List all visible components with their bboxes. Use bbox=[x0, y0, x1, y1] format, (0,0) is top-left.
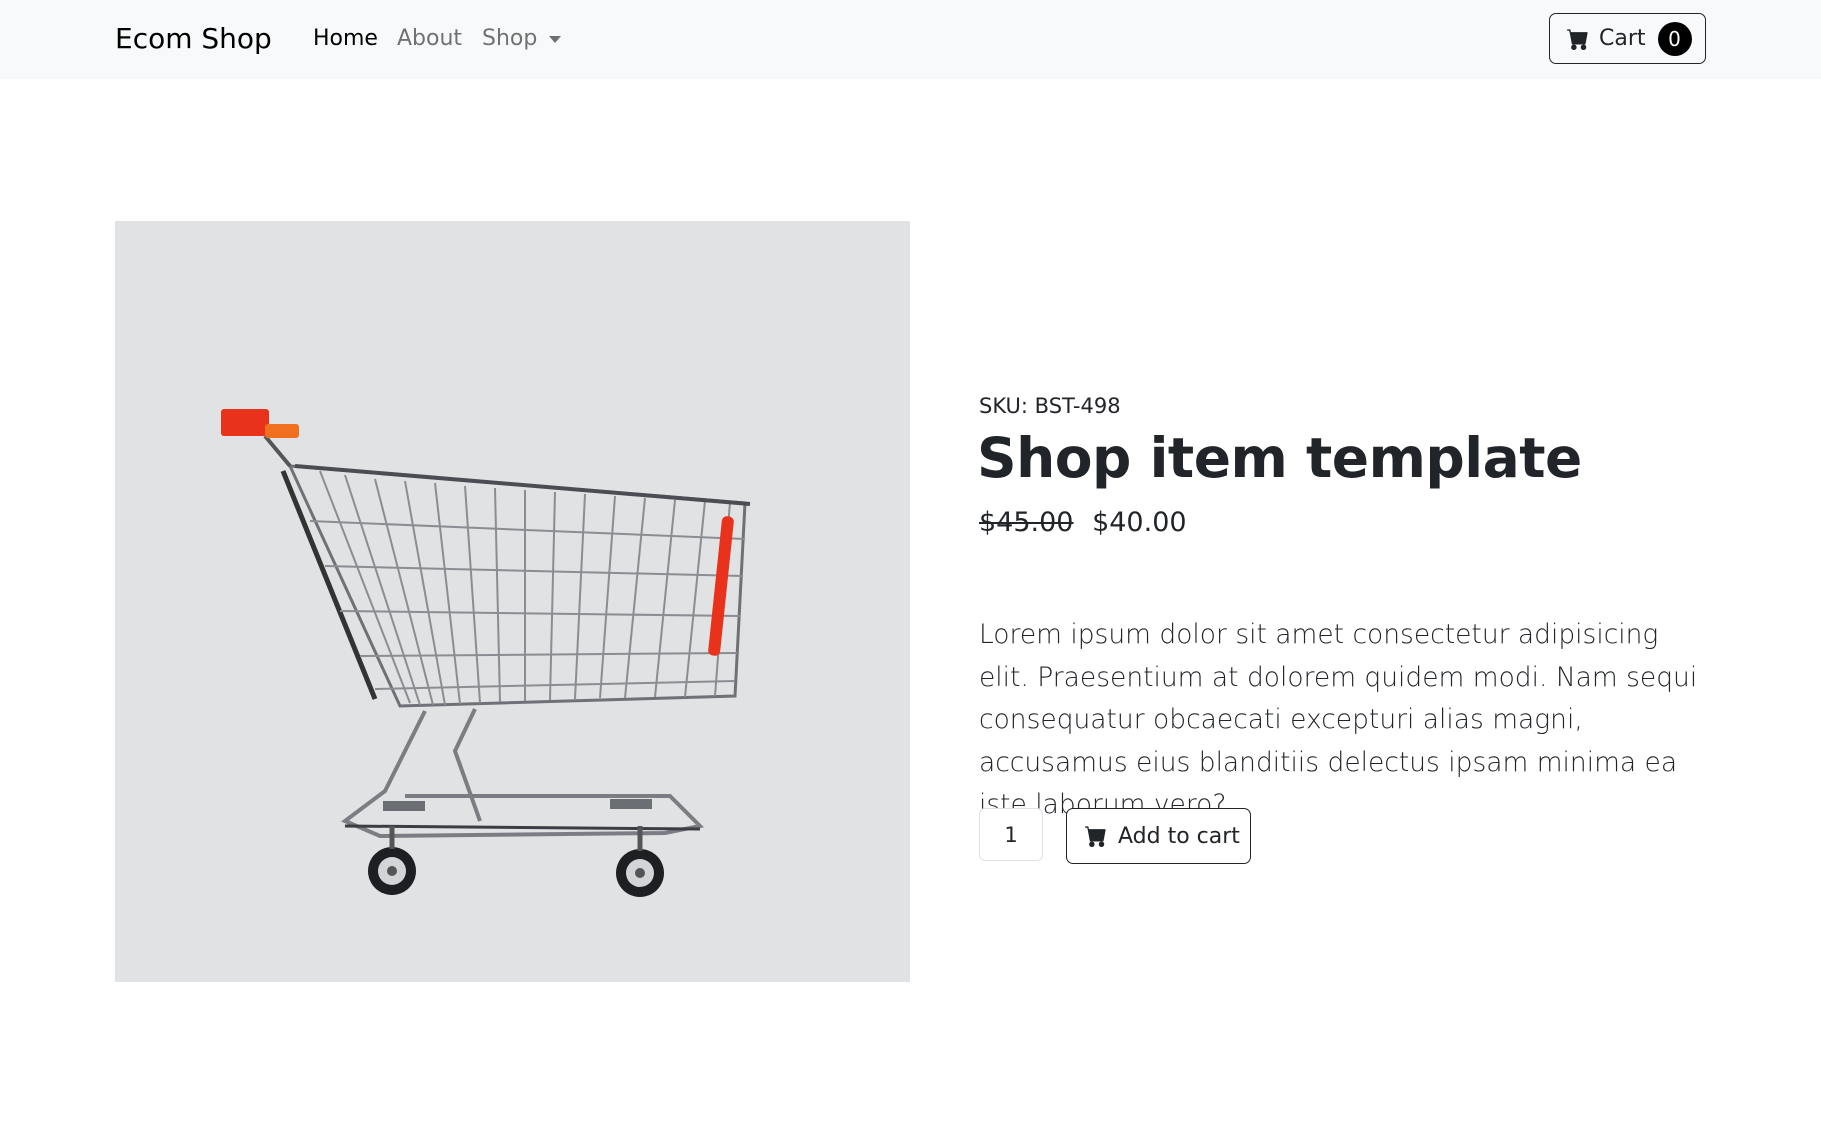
shopping-cart-image bbox=[221, 409, 751, 897]
add-to-cart-label: Add to cart bbox=[1118, 823, 1240, 849]
product-image bbox=[115, 221, 910, 982]
nav-shop-label: Shop bbox=[482, 26, 538, 51]
nav-about-link[interactable]: About bbox=[397, 26, 462, 51]
price-row: $45.00 $40.00 bbox=[979, 507, 1187, 538]
cart-icon bbox=[1567, 28, 1588, 50]
cart-count-badge: 0 bbox=[1657, 21, 1692, 56]
product-description: Lorem ipsum dolor sit amet consectetur a… bbox=[979, 619, 1698, 820]
navbar: Ecom Shop Home About Shop Cart 0 bbox=[0, 0, 1821, 79]
old-price: $45.00 bbox=[979, 507, 1074, 538]
caret-down-icon bbox=[549, 36, 562, 43]
nav-shop-dropdown[interactable]: Shop bbox=[482, 26, 562, 51]
brand-link[interactable]: Ecom Shop bbox=[115, 22, 272, 55]
cart-button[interactable]: Cart 0 bbox=[1549, 13, 1706, 64]
current-price: $40.00 bbox=[1092, 507, 1187, 538]
cart-label: Cart bbox=[1599, 26, 1646, 51]
nav-home-link[interactable]: Home bbox=[313, 26, 378, 51]
quantity-input[interactable] bbox=[979, 808, 1043, 861]
add-to-cart-button[interactable]: Add to cart bbox=[1066, 808, 1251, 864]
cart-icon bbox=[1085, 826, 1106, 847]
product-sku: SKU: BST-498 bbox=[979, 394, 1121, 418]
product-title: Shop item template bbox=[977, 426, 1582, 490]
